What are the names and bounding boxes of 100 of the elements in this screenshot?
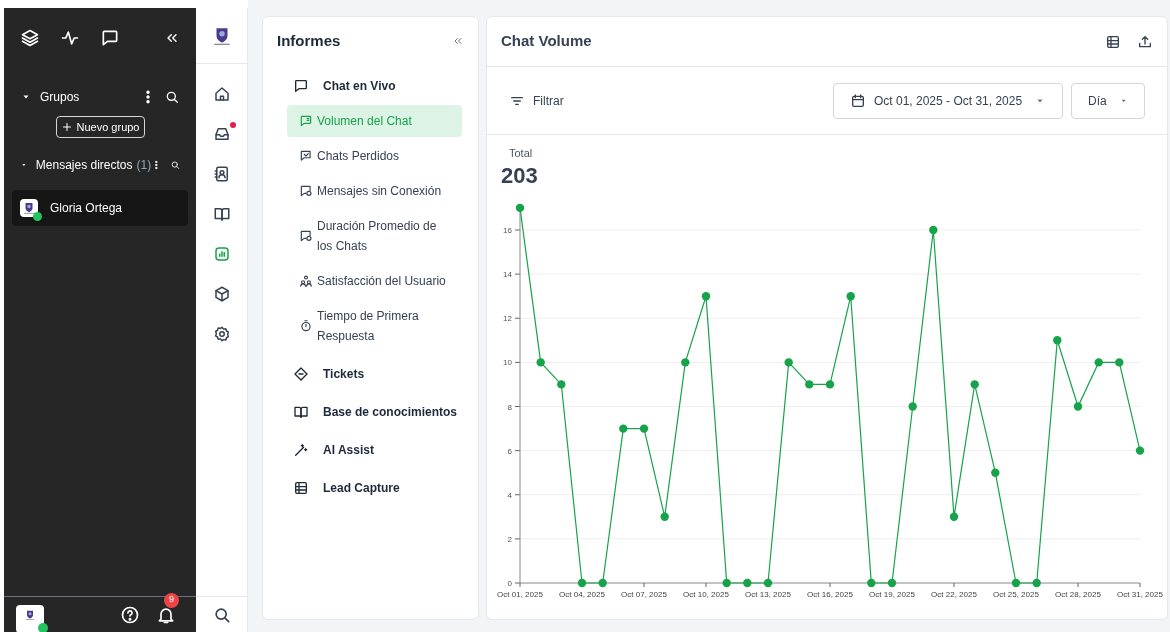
y-tick-label: 10 (503, 357, 513, 367)
submenu-item[interactable]: Duración Promedio de los Chats (287, 210, 462, 262)
x-tick-label: Oct 25, 2025 (993, 589, 1040, 599)
data-point (763, 578, 773, 587)
data-point (722, 578, 731, 587)
layers-icon[interactable] (20, 28, 40, 48)
submenu-item[interactable]: Chats Perdidos (287, 140, 462, 172)
data-point (929, 225, 938, 234)
upload-icon[interactable] (1137, 33, 1153, 50)
calendar-icon (850, 92, 866, 109)
y-tick-label: 2 (507, 534, 521, 544)
date-range-picker[interactable]: Oct 01, 2025 - Oct 31, 2025 (833, 82, 1063, 119)
y-tick-label: 4 (507, 490, 513, 500)
book-icon (212, 205, 231, 223)
data-point (598, 578, 607, 587)
y-tick-label: 12 (503, 313, 513, 323)
section-count: (1) (136, 157, 152, 174)
total-label: Total (508, 146, 534, 161)
y-tick-label: 12 (503, 313, 521, 323)
menu-item[interactable]: Tickets (293, 355, 462, 393)
y-tick-label: 8 (507, 402, 513, 411)
submenu-item[interactable]: Satisfacción del Usuario (287, 265, 462, 297)
data-point (743, 578, 752, 587)
data-point (784, 357, 793, 367)
x-tick-label: Oct 31, 2025 (1117, 582, 1163, 599)
contact-item[interactable]: Gloria Ortega (12, 190, 188, 226)
chat-bubble-icon[interactable] (100, 28, 120, 48)
new-group-button[interactable]: Nuevo grupo (55, 116, 145, 138)
data-point (970, 379, 979, 389)
x-tick-label: Oct 10, 2025 (683, 589, 730, 599)
y-tick-label: 14 (503, 269, 513, 279)
report-title: Chat Volume (501, 31, 593, 52)
home-icon (212, 85, 231, 103)
notification-badge: 9 (164, 592, 179, 608)
y-tick-label: 2 (507, 534, 513, 544)
filter-button[interactable]: Filtrar (509, 91, 564, 110)
menu-item[interactable]: Lead Capture (293, 469, 462, 507)
data-point (991, 468, 1000, 477)
menu-item[interactable]: Chat en Vivo (293, 67, 462, 105)
data-point (619, 423, 628, 433)
data-point (577, 578, 587, 587)
cube-icon (212, 285, 231, 303)
x-tick-label: Oct 10, 2025 (683, 582, 729, 599)
y-tick-label: 0 (507, 578, 521, 588)
people-icon (299, 274, 313, 288)
contact-card-icon (212, 165, 231, 183)
y-tick-label: 4 (507, 490, 521, 500)
x-tick-label: Oct 07, 2025 (621, 589, 668, 599)
data-point (949, 512, 959, 521)
x-tick-label: Oct 13, 2025 (745, 589, 792, 599)
submenu-item[interactable]: Mensajes sin Conexión (287, 175, 462, 207)
y-tick-label: 16 (503, 225, 521, 235)
section-title[interactable]: Grupos (40, 88, 80, 106)
data-point (887, 578, 897, 587)
data-point (1094, 357, 1103, 367)
y-tick-label: 0 (507, 578, 513, 588)
data-point (867, 578, 876, 587)
data-point (557, 379, 566, 389)
data-point (1135, 445, 1145, 455)
settings-icon (212, 325, 231, 343)
chat-bubble-icon (299, 184, 313, 198)
chat-bubble-icon (299, 149, 313, 163)
data-point (1115, 357, 1124, 367)
inbox-icon (212, 125, 231, 143)
submenu-item[interactable]: Tiempo de Primera Respuesta (287, 300, 462, 352)
x-tick-label: Oct 28, 2025 (1055, 589, 1102, 599)
menu-item[interactable]: AI Assist (293, 431, 462, 469)
x-tick-label: Oct 22, 2025 (931, 589, 978, 599)
x-tick-label: Oct 31, 2025 (1117, 589, 1164, 599)
y-tick-label: 8 (507, 402, 521, 411)
help-icon[interactable] (120, 604, 140, 625)
data-point (1073, 401, 1083, 411)
panel-title: Informes (277, 30, 341, 51)
chat-bubble-icon (299, 114, 313, 128)
data-point (701, 291, 711, 300)
y-tick-label: 14 (503, 269, 521, 279)
section-title[interactable]: Mensajes directos (35, 156, 133, 174)
ticket-icon (293, 366, 309, 382)
data-point (1032, 578, 1041, 587)
x-tick-label: Oct 19, 2025 (869, 589, 916, 599)
plus-icon (60, 121, 73, 133)
search-icon[interactable] (164, 89, 180, 105)
data-point (515, 203, 525, 212)
y-tick-label: 6 (507, 446, 521, 456)
timer-icon (299, 319, 313, 333)
magic-wand-icon (293, 442, 309, 458)
report-chart-icon (212, 245, 231, 263)
x-tick-label: Oct 28, 2025 (1055, 582, 1101, 599)
total-value: 203 (500, 161, 539, 190)
data-point (1011, 578, 1021, 587)
x-tick-label: Oct 01, 2025 (497, 589, 544, 599)
table-icon[interactable] (1105, 33, 1121, 50)
data-point (639, 423, 649, 433)
menu-item[interactable]: Base de conocimientos (293, 393, 462, 431)
data-point (681, 357, 690, 367)
y-tick-label: 16 (503, 225, 513, 235)
granularity-dropdown[interactable]: Día (1071, 82, 1145, 119)
pulse-icon[interactable] (60, 28, 80, 48)
data-point (908, 401, 917, 411)
table-icon (293, 480, 309, 496)
